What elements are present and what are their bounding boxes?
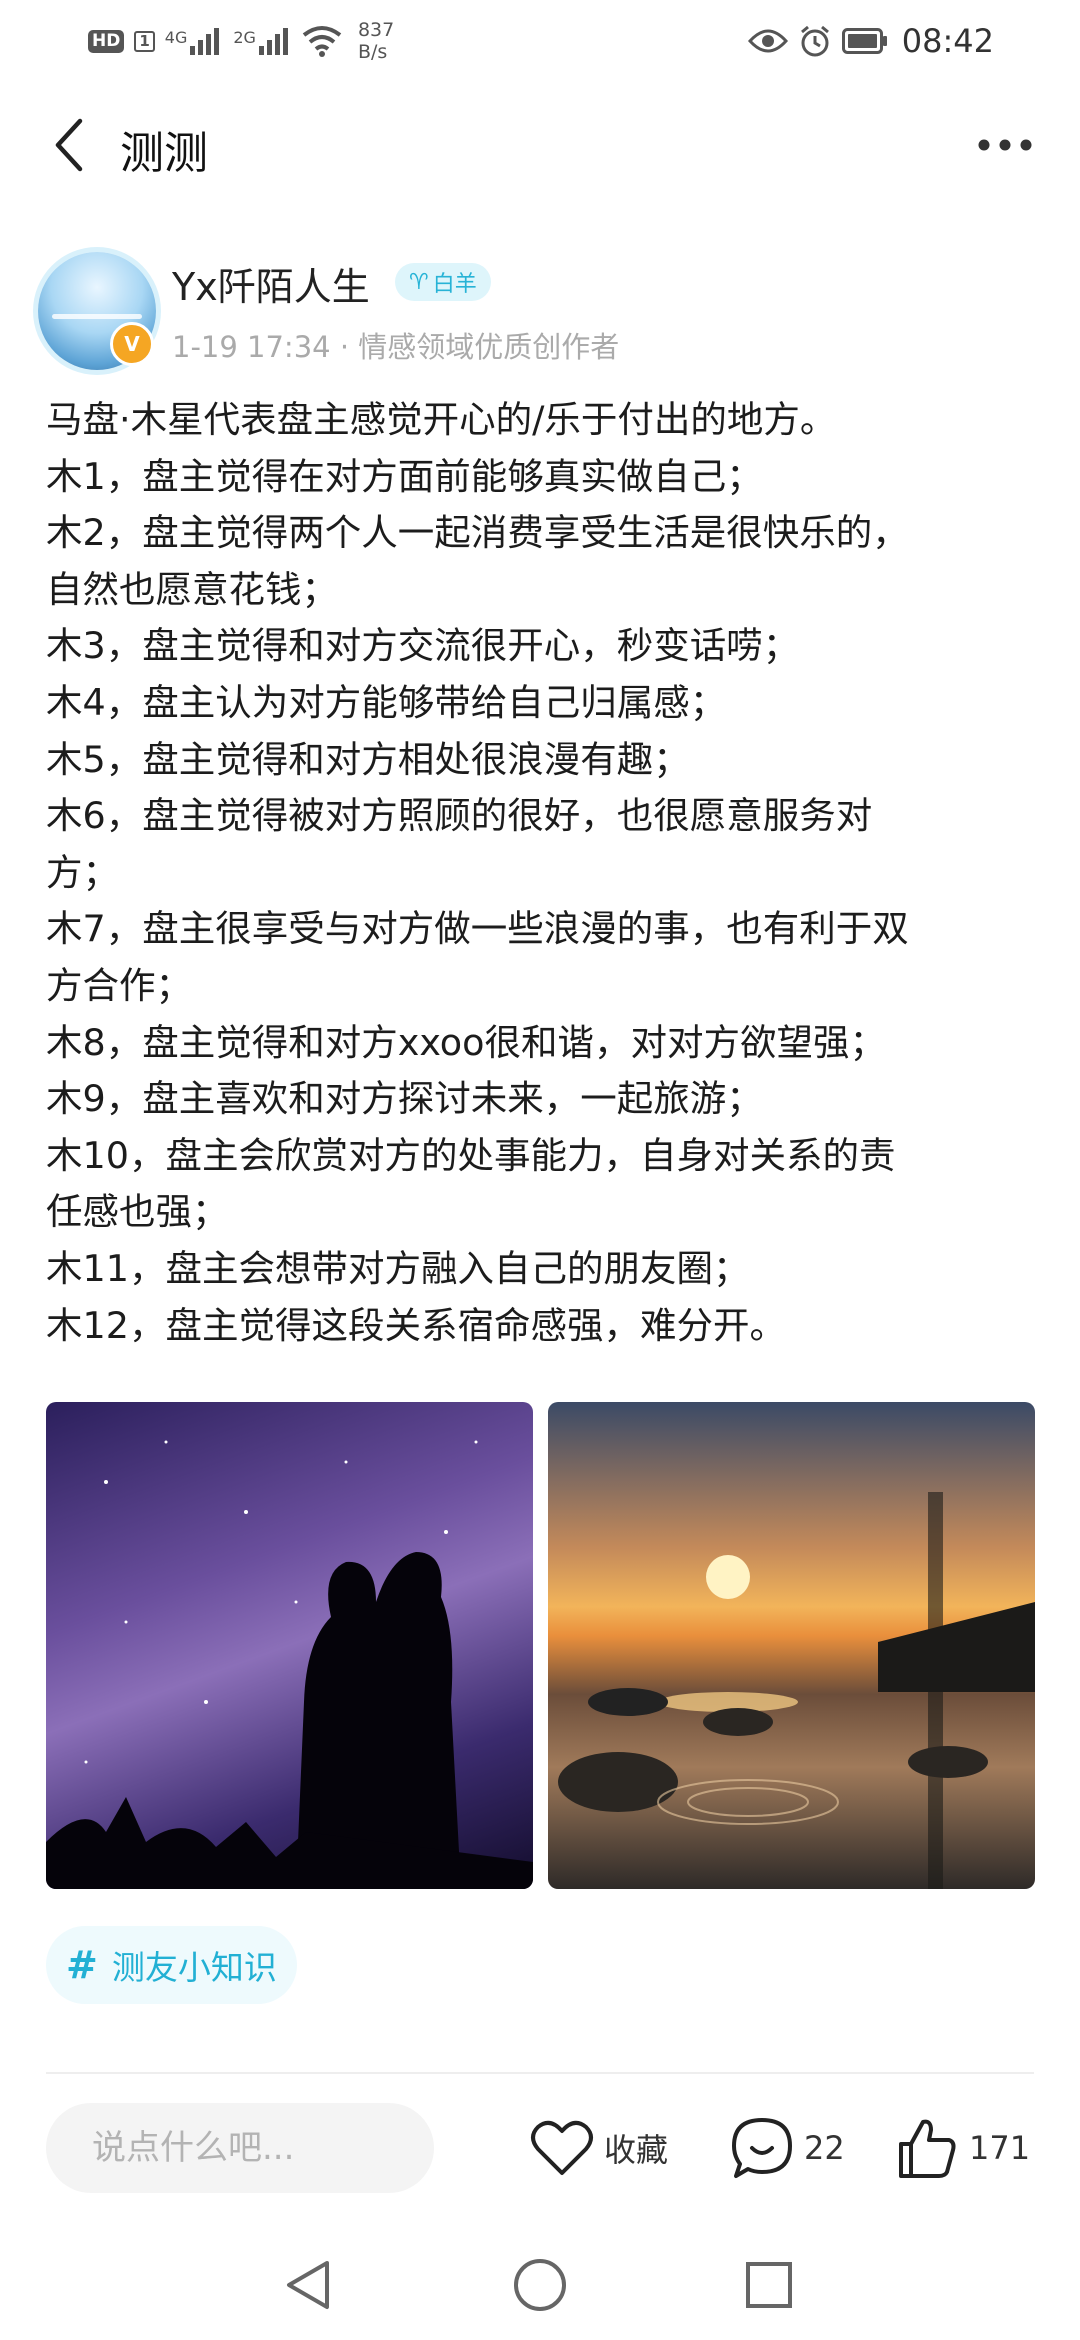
post-detail-screen: HD 1 4G 2G 837 B/s 08:42 测测 V Yx阡陌人生 ♈ 白… bbox=[0, 0, 1080, 2340]
chevron-left-icon bbox=[55, 118, 83, 172]
post-text-line: 木11，盘主会想带对方融入自己的朋友圈； bbox=[46, 1246, 750, 1290]
divider bbox=[46, 2072, 1034, 2074]
hashtag-icon: # bbox=[66, 1943, 98, 1987]
comment-bubble-icon bbox=[732, 2118, 792, 2178]
favorite-label: 收藏 bbox=[604, 2131, 669, 2169]
page-title: 测测 bbox=[120, 128, 208, 179]
post-image-couple-starry-sky[interactable] bbox=[46, 1402, 533, 1889]
author-name[interactable]: Yx阡陌人生 bbox=[172, 256, 370, 311]
clock: 08:42 bbox=[901, 22, 994, 60]
speed-value: 837 bbox=[357, 19, 395, 41]
signal-icon bbox=[258, 28, 288, 55]
comment-button[interactable]: 22 bbox=[730, 2110, 845, 2186]
post-text-line: 木3，盘主觉得和对方交流很开心，秒变话唠； bbox=[46, 624, 800, 668]
favorite-button[interactable]: 收藏 bbox=[530, 2110, 668, 2186]
zodiac-tag: ♈ 白羊 bbox=[395, 263, 491, 301]
aries-icon: ♈ bbox=[409, 269, 429, 295]
like-count: 171 bbox=[969, 2129, 1031, 2167]
post-meta: 1-19 17:34 · 情感领域优质创作者 bbox=[172, 330, 620, 364]
sim-icon: 1 bbox=[134, 30, 155, 52]
status-bar: HD 1 4G 2G 837 B/s 08:42 bbox=[0, 0, 1080, 82]
like-button[interactable]: 171 bbox=[895, 2110, 1030, 2186]
post-text-line: 马盘·木星代表盘主感觉开心的/乐于付出的地方。 bbox=[46, 398, 837, 441]
post-text-line: 方； bbox=[46, 850, 119, 894]
battery-icon bbox=[841, 28, 887, 54]
wifi-icon bbox=[302, 26, 342, 57]
comment-count: 22 bbox=[804, 2129, 845, 2167]
post-text-line: 木2，盘主觉得两个人一起消费享受生活是很快乐的， bbox=[46, 511, 909, 555]
nav-home-button[interactable] bbox=[505, 2250, 575, 2320]
triangle-back-icon bbox=[287, 2261, 329, 2309]
post-text-line: 木10，盘主会欣赏对方的处事能力，自身对关系的责 bbox=[46, 1133, 896, 1177]
network-type-2: 2G bbox=[233, 28, 256, 47]
more-button[interactable] bbox=[970, 115, 1040, 175]
post-image-sunset-lake[interactable] bbox=[548, 1402, 1035, 1889]
thumbs-up-icon bbox=[899, 2119, 956, 2178]
title-bar: 测测 bbox=[0, 95, 1080, 195]
signal-icon bbox=[190, 28, 220, 55]
nav-back-button[interactable] bbox=[273, 2250, 343, 2320]
circle-home-icon bbox=[514, 2259, 566, 2311]
verified-badge: V bbox=[110, 322, 154, 366]
post-text-line: 木4，盘主认为对方能够带给自己归属感； bbox=[46, 680, 727, 724]
signal-group-1: 4G bbox=[165, 26, 224, 56]
status-left: HD 1 4G 2G 837 B/s bbox=[88, 19, 394, 63]
alarm-icon bbox=[800, 25, 829, 57]
square-recent-icon bbox=[746, 2262, 792, 2308]
post-text-line: 木5，盘主觉得和对方相处很浪漫有趣； bbox=[46, 737, 690, 781]
status-right: 08:42 bbox=[747, 22, 994, 60]
post-text-line: 方合作； bbox=[46, 963, 192, 1007]
zodiac-label: 白羊 bbox=[432, 272, 477, 297]
system-nav-bar bbox=[0, 2230, 1080, 2340]
heart-icon bbox=[531, 2120, 593, 2175]
post-text-line: 自然也愿意花钱； bbox=[46, 567, 338, 611]
more-dots-icon bbox=[978, 139, 1032, 151]
post-body: 马盘·木星代表盘主感觉开心的/乐于付出的地方。 木1，盘主觉得在对方面前能够真实做… bbox=[46, 392, 1036, 1354]
eye-icon bbox=[747, 29, 788, 53]
nav-recent-button[interactable] bbox=[734, 2250, 804, 2320]
post-text-line: 木9，盘主喜欢和对方探讨未来，一起旅游； bbox=[46, 1077, 763, 1121]
comment-input[interactable] bbox=[46, 2103, 434, 2193]
signal-group-2: 2G bbox=[233, 26, 292, 56]
post-text-line: 木12，盘主觉得这段关系宿命感强，难分开。 bbox=[46, 1303, 786, 1347]
network-speed: 837 B/s bbox=[358, 19, 394, 63]
topic-label: 测友小知识 bbox=[111, 1948, 277, 1987]
hd-icon: HD bbox=[88, 29, 125, 53]
post-text-line: 木6，盘主觉得被对方照顾的很好，也很愿意服务对 bbox=[46, 794, 873, 838]
topic-tag[interactable]: # 测友小知识 bbox=[46, 1926, 297, 2004]
post-text-line: 木7，盘主很享受与对方做一些浪漫的事，也有利于双 bbox=[46, 907, 909, 951]
speed-unit: B/s bbox=[357, 41, 388, 63]
post-text-line: 木1，盘主觉得在对方面前能够真实做自己； bbox=[46, 454, 763, 498]
couple-silhouette-image bbox=[46, 1440, 533, 1889]
sunset-lake-image bbox=[558, 1492, 1035, 1889]
post-text-line: 任感也强； bbox=[46, 1190, 229, 1234]
network-type-1: 4G bbox=[164, 28, 188, 47]
post-text-line: 木8，盘主觉得和对方xxoo很和谐，对对方欲望强； bbox=[46, 1020, 886, 1064]
back-button[interactable] bbox=[40, 115, 100, 175]
